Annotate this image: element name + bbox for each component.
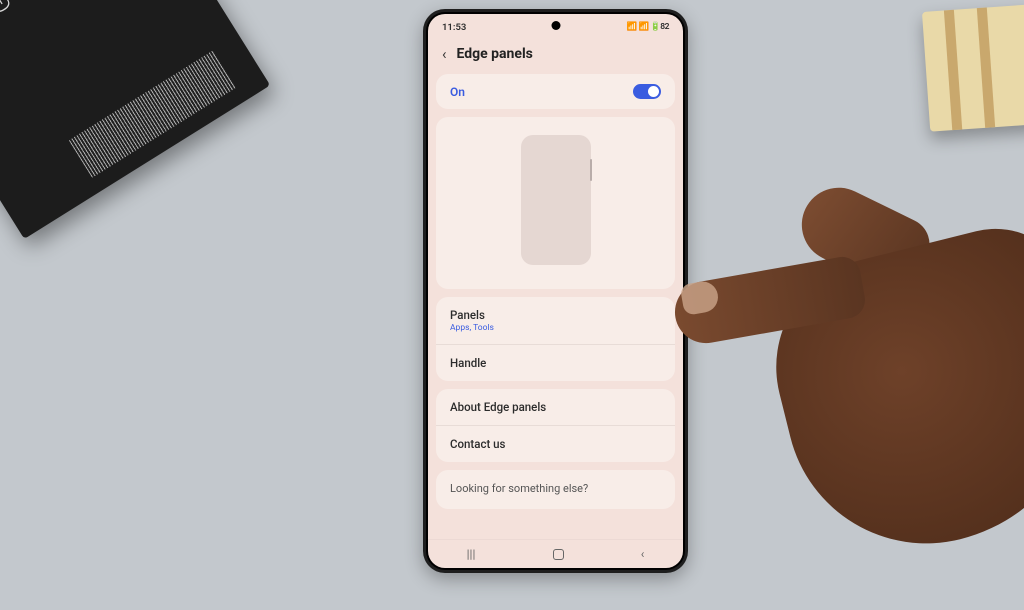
panels-title: Panels	[450, 308, 661, 322]
info-group: About Edge panels Contact us	[436, 389, 675, 462]
contact-title: Contact us	[450, 437, 661, 451]
barcode	[69, 50, 236, 177]
panels-group: Panels Apps, Tools Handle	[436, 297, 675, 381]
home-button[interactable]	[553, 549, 564, 560]
navigation-bar: ||| ‹	[428, 539, 683, 568]
about-title: About Edge panels	[450, 400, 661, 414]
product-box: Galaxy S25 Ultra	[0, 0, 270, 239]
panels-subtitle: Apps, Tools	[450, 323, 661, 333]
toggle-switch[interactable]	[633, 84, 661, 99]
preview-card	[436, 117, 675, 289]
edge-handle-preview	[590, 159, 592, 181]
panels-item[interactable]: Panels Apps, Tools	[436, 297, 675, 345]
hand	[654, 190, 1024, 610]
handle-item[interactable]: Handle	[436, 345, 675, 381]
recents-button[interactable]: |||	[467, 547, 476, 561]
wood-block	[922, 4, 1024, 131]
handle-title: Handle	[450, 356, 661, 370]
status-time: 11:53	[442, 22, 466, 33]
contact-item[interactable]: Contact us	[436, 426, 675, 462]
phone-device: 11:53 📶 📶 🔋82 ‹ Edge panels On	[423, 9, 688, 573]
search-card[interactable]: Looking for something else?	[436, 470, 675, 509]
back-icon[interactable]: ‹	[442, 47, 447, 62]
product-box-label: Galaxy S25 Ultra	[0, 0, 18, 18]
status-icons: 📶 📶 🔋82	[627, 22, 669, 32]
page-header: ‹ Edge panels	[428, 36, 683, 74]
about-item[interactable]: About Edge panels	[436, 389, 675, 426]
back-button[interactable]: ‹	[641, 547, 645, 561]
search-title: Looking for something else?	[450, 482, 661, 495]
page-title: Edge panels	[457, 46, 533, 62]
main-toggle-row[interactable]: On	[436, 74, 675, 109]
phone-screen: 11:53 📶 📶 🔋82 ‹ Edge panels On	[428, 14, 683, 568]
toggle-label: On	[450, 85, 465, 99]
front-camera	[551, 21, 560, 30]
phone-preview-icon	[521, 135, 591, 265]
